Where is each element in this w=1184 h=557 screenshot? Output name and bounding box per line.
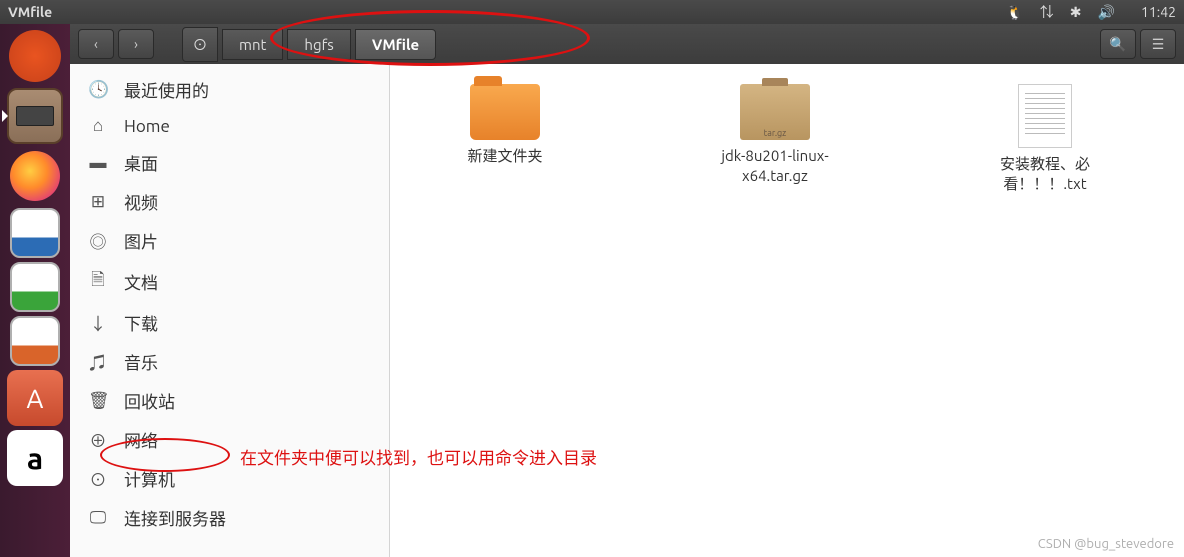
system-tray: 🐧 ⇅ ✱ 🔊 11:42	[1006, 2, 1176, 22]
view-menu-button[interactable]: ☰	[1140, 29, 1176, 59]
files-app-icon[interactable]	[7, 88, 63, 144]
sidebar-item-documents[interactable]: 🗎 文档	[70, 260, 389, 303]
writer-icon[interactable]	[10, 208, 60, 258]
path-segment-vmfile[interactable]: VMfile	[355, 29, 436, 60]
file-label: 安装教程、必看！！！.txt	[970, 154, 1120, 193]
bluetooth-icon[interactable]: ✱	[1070, 4, 1082, 21]
file-label: jdk-8u201-linux-x64.tar.gz	[700, 146, 850, 185]
window-title: VMfile	[8, 4, 52, 20]
sidebar-item-videos[interactable]: ⊞ 视频	[70, 182, 389, 221]
sidebar-item-label: 图片	[124, 228, 158, 253]
sidebar-item-music[interactable]: ♫ 音乐	[70, 342, 389, 381]
sidebar-item-connect-server[interactable]: 🖵 连接到服务器	[70, 498, 389, 537]
volume-icon[interactable]: 🔊	[1098, 4, 1115, 21]
search-button[interactable]: 🔍	[1100, 29, 1136, 59]
network-icon[interactable]: ⇅	[1040, 2, 1054, 22]
sidebar-item-label: 连接到服务器	[124, 505, 226, 530]
software-center-icon[interactable]: A	[7, 370, 63, 426]
home-icon: ⌂	[88, 116, 108, 136]
sidebar-item-label: 回收站	[124, 388, 175, 413]
impress-icon[interactable]	[10, 316, 60, 366]
network-icon: ⊕	[88, 427, 108, 452]
penguin-icon[interactable]: 🐧	[1006, 4, 1023, 21]
forward-button[interactable]: ›	[118, 29, 154, 59]
file-grid[interactable]: 新建文件夹 tar.gz jdk-8u201-linux-x64.tar.gz …	[390, 64, 1184, 557]
file-item-archive[interactable]: tar.gz jdk-8u201-linux-x64.tar.gz	[700, 84, 850, 185]
sidebar-item-pictures[interactable]: ◎ 图片	[70, 221, 389, 260]
amazon-icon[interactable]: a	[7, 430, 63, 486]
download-icon: ↓	[88, 310, 108, 335]
clock[interactable]: 11:42	[1141, 4, 1176, 20]
camera-icon: ◎	[88, 228, 108, 253]
sidebar-item-downloads[interactable]: ↓ 下载	[70, 303, 389, 342]
content-area: 🕓 最近使用的 ⌂ Home ▬ 桌面 ⊞ 视频 ◎ 图片 🗎 文档 ↓ 下载 ♫ 音乐 🗑 回收…	[70, 64, 1184, 557]
ubuntu-dash-icon[interactable]	[7, 28, 63, 84]
launcher-dock: A a	[0, 24, 70, 557]
sidebar-item-label: 计算机	[124, 466, 175, 491]
archive-icon: tar.gz	[740, 84, 810, 140]
toolbar: ‹ › ⊙ mnt hgfs VMfile 🔍 ☰	[70, 24, 1184, 64]
sidebar-item-label: 最近使用的	[124, 77, 209, 102]
document-icon: 🗎	[88, 267, 108, 296]
sidebar-item-label: Home	[124, 117, 170, 136]
computer-icon: ⊙	[88, 466, 108, 491]
firefox-icon[interactable]	[7, 148, 63, 204]
sidebar-item-desktop[interactable]: ▬ 桌面	[70, 143, 389, 182]
file-item-text[interactable]: 安装教程、必看！！！.txt	[970, 84, 1120, 193]
file-manager-window: ‹ › ⊙ mnt hgfs VMfile 🔍 ☰ 🕓 最近使用的 ⌂ Home ▬…	[70, 24, 1184, 557]
top-panel: VMfile 🐧 ⇅ ✱ 🔊 11:42	[0, 0, 1184, 24]
file-item-folder[interactable]: 新建文件夹	[430, 84, 580, 166]
sidebar-item-home[interactable]: ⌂ Home	[70, 109, 389, 143]
sidebar-item-label: 音乐	[124, 349, 158, 374]
path-segment-mnt[interactable]: mnt	[222, 29, 283, 60]
path-root-icon[interactable]: ⊙	[182, 27, 218, 62]
trash-icon: 🗑	[88, 391, 108, 411]
clock-icon: 🕓	[88, 80, 108, 100]
music-icon: ♫	[88, 349, 108, 374]
text-file-icon	[1018, 84, 1072, 148]
server-icon: 🖵	[88, 508, 108, 528]
sidebar-item-label: 文档	[124, 269, 158, 294]
calc-icon[interactable]	[10, 262, 60, 312]
file-label: 新建文件夹	[467, 146, 542, 166]
watermark: CSDN @bug_stevedore	[1038, 537, 1174, 551]
video-icon: ⊞	[88, 192, 108, 212]
path-segment-hgfs[interactable]: hgfs	[287, 29, 350, 60]
sidebar-item-label: 下载	[124, 310, 158, 335]
sidebar-item-trash[interactable]: 🗑 回收站	[70, 381, 389, 420]
sidebar-item-label: 视频	[124, 189, 158, 214]
folder-icon	[470, 84, 540, 140]
annotation-text: 在文件夹中便可以找到，也可以用命令进入目录	[240, 444, 597, 469]
sidebar-item-recent[interactable]: 🕓 最近使用的	[70, 70, 389, 109]
desktop-icon: ▬	[88, 153, 108, 173]
sidebar-item-label: 桌面	[124, 150, 158, 175]
places-sidebar: 🕓 最近使用的 ⌂ Home ▬ 桌面 ⊞ 视频 ◎ 图片 🗎 文档 ↓ 下载 ♫ 音乐 🗑 回收…	[70, 64, 390, 557]
back-button[interactable]: ‹	[78, 29, 114, 59]
sidebar-item-label: 网络	[124, 427, 158, 452]
